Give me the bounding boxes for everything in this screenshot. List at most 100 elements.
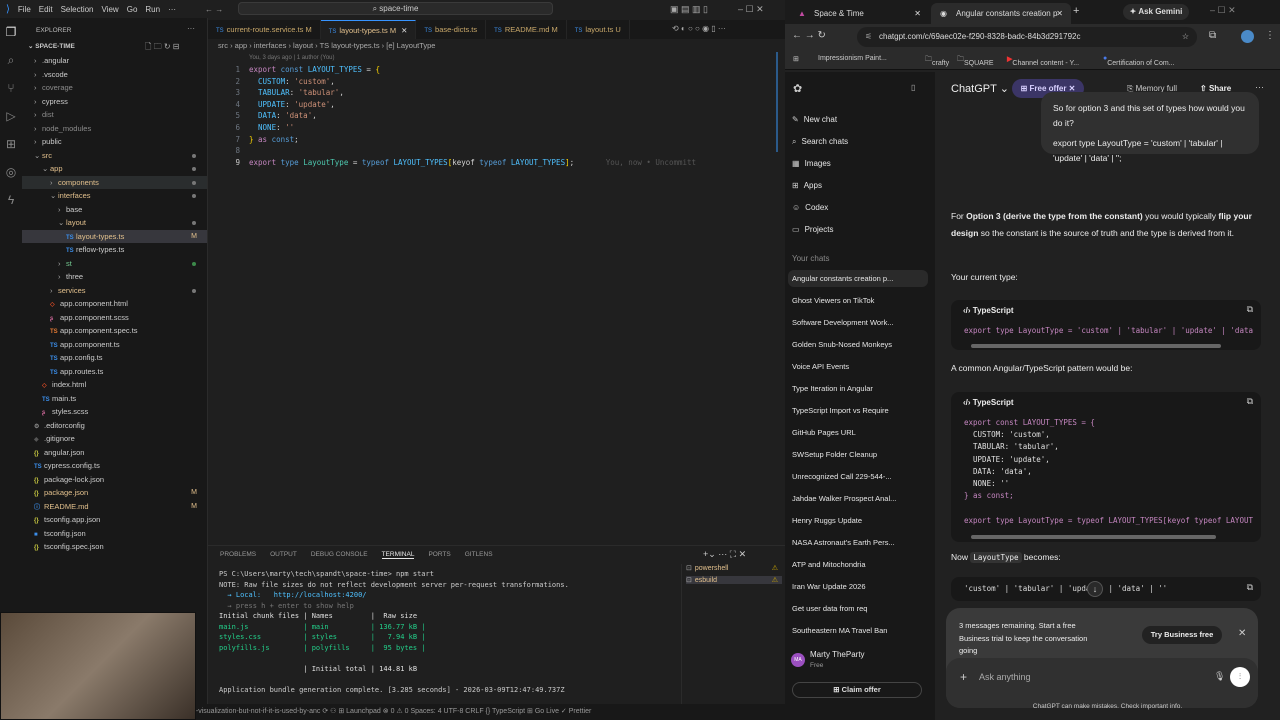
menu-item[interactable]: ···: [168, 5, 176, 14]
tree-item[interactable]: {} angular.json: [22, 446, 207, 460]
chat-history-item[interactable]: SWSetup Folder Cleanup: [792, 450, 877, 459]
chat-history-item[interactable]: Voice API Events: [792, 362, 849, 371]
tree-item[interactable]: › services: [22, 284, 207, 298]
status-text[interactable]: d-visualization-but-not-if-it-is-used-by…: [192, 708, 591, 715]
bookmark[interactable]: 🗀 crafty: [925, 55, 949, 67]
tree-item[interactable]: TS app.config.ts: [22, 351, 207, 365]
explorer-icon[interactable]: ❐: [0, 18, 22, 46]
extensions-icon[interactable]: ⊞: [0, 130, 22, 158]
explorer-actions[interactable]: 🗋 🗀 ↻ ⊟: [145, 41, 180, 55]
bookmark[interactable]: ● Certification of Com...: [1103, 55, 1175, 67]
model-selector[interactable]: ChatGPT ⌄: [951, 82, 1009, 95]
breadcrumb[interactable]: src › app › interfaces › layout › TS lay…: [218, 41, 435, 50]
terminal-instance[interactable]: ⊡ powershell ⚠: [686, 564, 782, 572]
chat-history-item[interactable]: TypeScript Import vs Require: [792, 406, 889, 415]
mic-icon[interactable]: 🎙: [1214, 671, 1225, 682]
tree-item[interactable]: ◇ index.html: [22, 378, 207, 392]
user-name[interactable]: Marty TheParty: [810, 650, 865, 659]
site-info-icon[interactable]: ⚟: [865, 27, 872, 47]
try-business-button[interactable]: Try Business free: [1142, 626, 1222, 644]
tree-item[interactable]: ⌄ interfaces: [22, 189, 207, 203]
more-icon[interactable]: ···: [1255, 82, 1264, 92]
tab-chatgpt[interactable]: ◉ Angular constants creation p ✕: [931, 3, 1071, 24]
copy-icon[interactable]: ⧉: [1247, 305, 1253, 315]
chat-history-item[interactable]: Software Development Work...: [792, 318, 894, 327]
layout-icons[interactable]: ▣ ▤ ▥ ▯: [670, 4, 708, 15]
window-controls[interactable]: – ☐ ✕: [1210, 5, 1236, 16]
more-icon[interactable]: ···: [187, 24, 195, 33]
chat-history-item[interactable]: Henry Ruggs Update: [792, 516, 862, 525]
close-icon[interactable]: ✕: [401, 26, 407, 35]
bookmark[interactable]: 🗀 SQUARE: [957, 55, 994, 67]
nav-projects[interactable]: ▭ Projects: [792, 225, 833, 234]
workspace-root[interactable]: ⌄ SPACE-TIME: [28, 42, 75, 50]
code-editor[interactable]: You, 3 days ago | 1 author (You) 1 export…: [208, 52, 778, 542]
chat-history-item[interactable]: ATP and Mitochondria: [792, 560, 866, 569]
horizontal-scrollbar[interactable]: [971, 535, 1216, 539]
tree-item[interactable]: › node_modules: [22, 122, 207, 136]
panel-tab-terminal[interactable]: TERMINAL: [381, 551, 415, 559]
terminal-actions[interactable]: +⌄ ··· ⛶ ✕: [703, 549, 746, 560]
tree-item[interactable]: {} package-lock.json: [22, 473, 207, 487]
nav-apps[interactable]: ⊞ Apps: [792, 181, 822, 190]
close-icon[interactable]: ✕: [1056, 3, 1063, 24]
chat-history-item[interactable]: Ghost Viewers on TikTok: [792, 296, 874, 305]
user-avatar[interactable]: MA: [791, 653, 805, 667]
tree-item[interactable]: {} tsconfig.app.json: [22, 513, 207, 527]
tree-item[interactable]: › .angular: [22, 54, 207, 68]
copy-icon[interactable]: ⧉: [1247, 397, 1253, 407]
tree-item[interactable]: ⌄ src: [22, 149, 207, 163]
prompt-input[interactable]: + Ask anything 🎙 ⫶: [946, 658, 1258, 708]
lightning-icon[interactable]: ϟ: [0, 186, 22, 214]
tree-item[interactable]: › st: [22, 257, 207, 271]
bookmark[interactable]: ▶ Channel content - Y...: [1007, 55, 1079, 67]
tree-item[interactable]: › components: [22, 175, 207, 189]
close-icon[interactable]: ✕: [914, 3, 921, 24]
gitlens-icon[interactable]: ◎: [0, 158, 22, 186]
source-control-icon[interactable]: ⑂: [0, 74, 22, 102]
menu-icon[interactable]: ⋮: [1265, 30, 1275, 41]
bookmark[interactable]: Impressionism Paint...: [818, 55, 887, 62]
tab-1[interactable]: TS layout-types.ts M ✕: [320, 20, 417, 39]
tree-item[interactable]: › public: [22, 135, 207, 149]
panel-tab-problems[interactable]: PROBLEMS: [220, 551, 256, 559]
menu-item[interactable]: Run: [145, 5, 160, 14]
tree-item[interactable]: TS cypress.config.ts: [22, 459, 207, 473]
tree-item[interactable]: ⌄ app: [22, 162, 207, 176]
menu-item[interactable]: Selection: [61, 5, 94, 14]
tab-3[interactable]: TS README.md M: [486, 20, 567, 39]
ask-gemini-button[interactable]: ✦ Ask Gemini: [1123, 4, 1189, 20]
tree-item[interactable]: › three: [22, 270, 207, 284]
tab-space-time[interactable]: ▲ Space & Time ✕: [789, 3, 929, 24]
tree-item[interactable]: TS main.ts: [22, 392, 207, 406]
tree-item[interactable]: › coverage: [22, 81, 207, 95]
nav-codex[interactable]: ☺ Codex: [792, 203, 828, 212]
tree-item[interactable]: ʂ app.component.scss: [22, 311, 207, 325]
tree-item[interactable]: ʂ styles.scss: [22, 405, 207, 419]
chat-history-item[interactable]: Angular constants creation p...: [788, 270, 928, 287]
tree-item[interactable]: TS app.component.ts: [22, 338, 207, 352]
tree-item[interactable]: {} tsconfig.spec.json: [22, 540, 207, 554]
search-icon[interactable]: ⌕: [0, 46, 22, 74]
nav-new-chat[interactable]: ✎ New chat: [792, 115, 837, 124]
chat-history-item[interactable]: Unrecognized Call 229-544-...: [792, 472, 892, 481]
horizontal-scrollbar[interactable]: [971, 344, 1221, 348]
tree-item[interactable]: ◇ app.component.html: [22, 297, 207, 311]
editor-actions[interactable]: ⟲ ◐ ○ ○ ◉ ▯ ···: [672, 24, 726, 33]
tree-item[interactable]: › dist: [22, 108, 207, 122]
window-controls[interactable]: – ☐ ✕: [738, 4, 764, 15]
tree-item[interactable]: › .vscode: [22, 68, 207, 82]
tree-item[interactable]: TS app.routes.ts: [22, 365, 207, 379]
menu-item[interactable]: Go: [127, 5, 138, 14]
openai-logo-icon[interactable]: ✿: [793, 82, 802, 95]
tree-item[interactable]: ◆ .gitignore: [22, 432, 207, 446]
tree-item[interactable]: ⌄ layout: [22, 216, 207, 230]
panel-tab-ports[interactable]: PORTS: [428, 551, 450, 559]
sidebar-toggle-icon[interactable]: ▯: [911, 83, 915, 92]
tree-item[interactable]: TS reflow-types.ts: [22, 243, 207, 257]
panel-tab-output[interactable]: OUTPUT: [270, 551, 297, 559]
copy-icon[interactable]: ⧉: [1247, 583, 1253, 593]
run-debug-icon[interactable]: ▷: [0, 102, 22, 130]
chat-history-item[interactable]: Get user data from req: [792, 604, 867, 613]
menu-item[interactable]: File: [18, 5, 31, 14]
